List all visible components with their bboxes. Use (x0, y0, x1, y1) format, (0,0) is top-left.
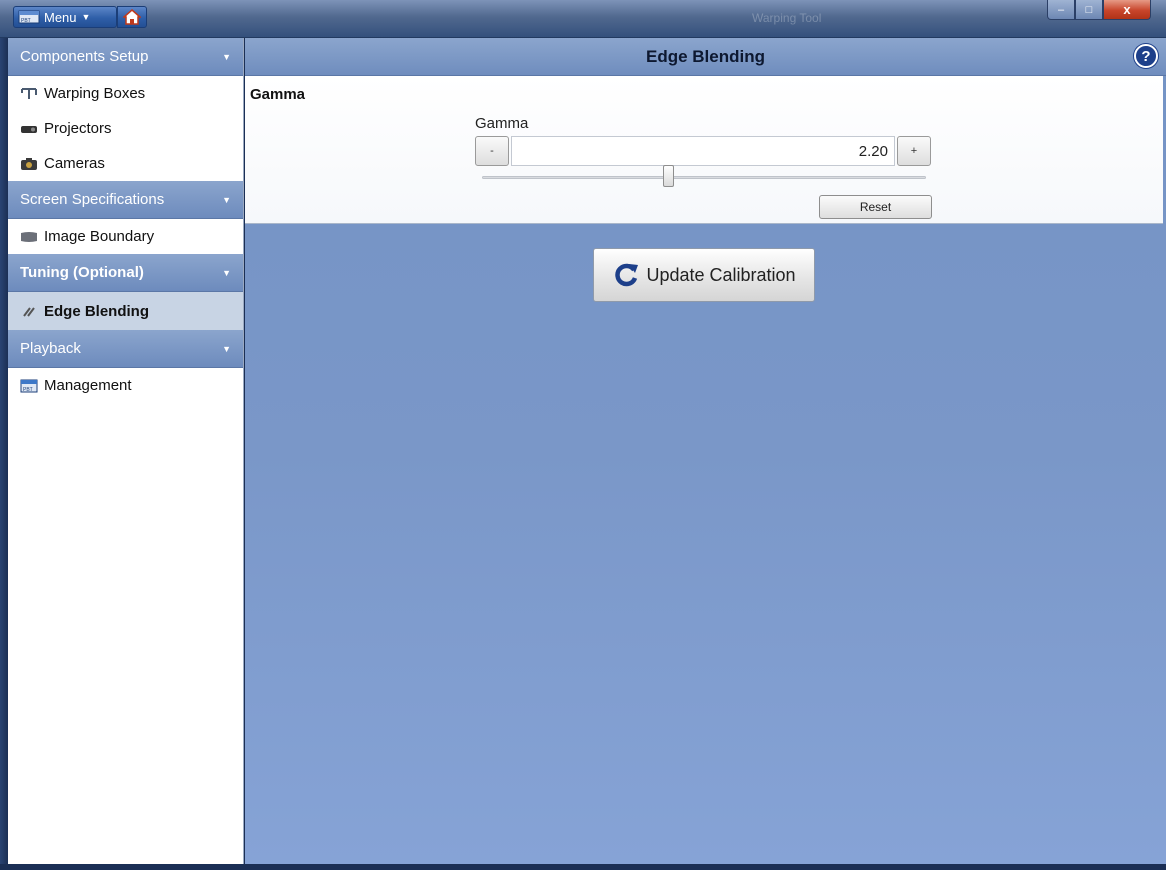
sidebar-item-image-boundary[interactable]: Image Boundary (8, 219, 243, 254)
update-calibration-label: Update Calibration (646, 264, 796, 285)
section-header-label: Components Setup (20, 48, 149, 65)
chevron-down-icon: ▼ (222, 51, 231, 62)
chevron-down-icon: ▼ (81, 12, 91, 22)
sidebar-item-label: Projectors (44, 120, 112, 137)
window-border-bottom (0, 864, 1166, 870)
close-icon: x (1123, 2, 1131, 17)
section-header-playback[interactable]: Playback ▼ (8, 330, 243, 368)
sidebar-item-edge-blending[interactable]: Edge Blending (8, 292, 243, 330)
maximize-button[interactable]: □ (1075, 0, 1103, 20)
sidebar-item-label: Cameras (44, 155, 105, 172)
sidebar-item-label: Edge Blending (44, 302, 149, 320)
sidebar-item-label: Management (44, 377, 132, 394)
wrench-icon (23, 307, 35, 317)
minimize-button[interactable]: – (1047, 0, 1075, 20)
help-icon: ? (1141, 47, 1151, 65)
section-header-screen-specifications[interactable]: Screen Specifications ▼ (8, 181, 243, 219)
section-header-label: Tuning (Optional) (20, 264, 144, 281)
window-title: Warping Tool (752, 11, 822, 25)
title-bar: PBT Menu ▼ Warping Tool – □ x (0, 0, 1166, 38)
section-header-tuning[interactable]: Tuning (Optional) ▼ (8, 254, 243, 292)
refresh-icon (615, 263, 639, 287)
page-title: Edge Blending (646, 46, 765, 66)
gamma-slider-thumb[interactable] (662, 165, 674, 187)
menu-label: Menu (44, 9, 77, 25)
sidebar-item-label: Image Boundary (44, 228, 155, 245)
menu-button[interactable]: PBT Menu ▼ (13, 6, 117, 28)
section-header-label: Playback (20, 340, 81, 357)
gamma-value-field[interactable] (511, 136, 895, 166)
svg-text:PBT: PBT (21, 18, 31, 24)
chevron-down-icon: ▼ (222, 267, 231, 278)
camera-icon (21, 157, 37, 170)
plus-icon: + (910, 145, 918, 157)
sidebar-item-cameras[interactable]: Cameras (8, 146, 243, 181)
gamma-panel: Gamma Gamma - + Reset (245, 76, 1163, 224)
minimize-icon: – (1057, 3, 1065, 16)
projector-icon (21, 125, 37, 133)
management-icon: PBT (20, 379, 38, 393)
gamma-field-label: Gamma (475, 115, 529, 132)
gamma-increment-button[interactable]: + (897, 136, 931, 166)
sidebar: Components Setup ▼ Warping Boxes Project… (8, 38, 244, 864)
close-button[interactable]: x (1103, 0, 1151, 20)
warping-box-icon (21, 87, 37, 99)
home-button[interactable] (117, 6, 147, 28)
svg-text:PBT: PBT (23, 387, 33, 393)
sidebar-item-projectors[interactable]: Projectors (8, 111, 243, 146)
main-content: Edge Blending ? Gamma Gamma - + Reset Up… (245, 38, 1166, 864)
sidebar-item-management[interactable]: PBT Management (8, 368, 243, 403)
update-calibration-button[interactable]: Update Calibration (593, 248, 815, 302)
window-controls: – □ x (1047, 0, 1151, 20)
gamma-decrement-button[interactable]: - (475, 136, 509, 166)
reset-button[interactable]: Reset (819, 195, 932, 219)
chevron-down-icon: ▼ (222, 194, 231, 205)
minus-icon: - (490, 145, 494, 157)
chevron-down-icon: ▼ (222, 343, 231, 354)
section-header-components-setup[interactable]: Components Setup ▼ (8, 38, 243, 76)
boundary-icon (21, 231, 37, 242)
maximize-icon: □ (1085, 3, 1093, 16)
panel-title: Gamma (250, 86, 306, 103)
home-icon (123, 9, 141, 25)
pbt-logo-icon: PBT (18, 10, 40, 24)
reset-button-label: Reset (859, 200, 892, 214)
sidebar-item-warping-boxes[interactable]: Warping Boxes (8, 76, 243, 111)
page-header: Edge Blending ? (245, 38, 1166, 76)
help-button[interactable]: ? (1134, 44, 1158, 68)
sidebar-item-label: Warping Boxes (44, 85, 146, 102)
section-header-label: Screen Specifications (20, 191, 165, 208)
gamma-slider-track[interactable] (482, 176, 926, 179)
window-border (0, 38, 8, 870)
